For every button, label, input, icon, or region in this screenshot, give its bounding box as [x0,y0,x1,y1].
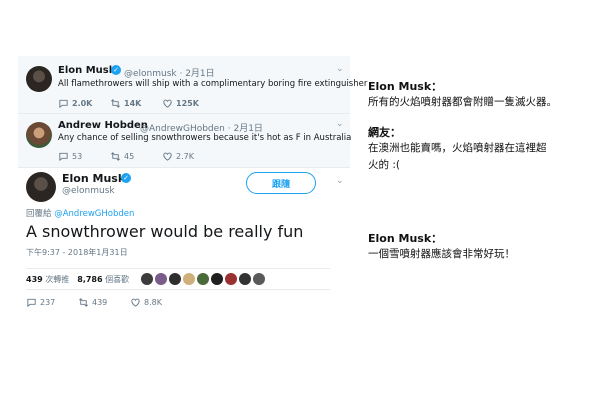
translation-note-3: Elon Musk： 一個雪噴射器應該會非常好玩！ [368,230,596,263]
note-title: Elon Musk： [368,80,443,93]
tweet-text: All flamethrowers will ship with a compl… [58,79,368,89]
retweet-count: 439 [92,298,108,307]
like-stat-label: 個喜歡 [105,274,130,284]
tweet-snowthrower-question[interactable]: Andrew Hobden @AndrewGHobden · 2月1日 ⌄ An… [18,114,352,168]
tweet-text: A snowthrower would be really fun [26,222,304,241]
reply-count: 53 [72,152,83,161]
like-total: 8,786 [77,274,103,284]
chevron-down-icon[interactable]: ⌄ [336,119,344,129]
reply-button[interactable]: 53 [58,151,110,162]
liker-avatar[interactable] [225,273,238,285]
retweet-button[interactable]: 439 [78,297,130,308]
avatar[interactable] [26,66,52,92]
retweet-count: 14K [124,99,142,108]
reply-icon [59,99,68,109]
tweet-actions: 237 439 8.8K [26,297,182,308]
note-text-line1: 在澳洲也能賣嗎，火焰噴射器在這裡超 [368,142,547,154]
like-count: 8.8K [144,298,162,307]
like-count: 2.7K [176,152,194,161]
engagement-stats: 439 次轉推 8,786 個喜歡 [26,268,330,290]
note-text: 所有的火焰噴射器都會附贈一隻滅火器。 [368,96,557,108]
retweet-stat[interactable]: 439 次轉推 [26,274,69,285]
heart-icon [131,298,140,307]
liker-avatar[interactable] [155,273,168,285]
retweet-total: 439 [26,274,43,284]
liker-avatar[interactable] [169,273,182,285]
liker-avatar[interactable] [183,273,196,285]
like-button[interactable]: 8.8K [130,297,182,308]
translation-note-1: Elon Musk： 所有的火焰噴射器都會附贈一隻滅火器。 [368,78,596,111]
tweet-flamethrower[interactable]: Elon Musk ✓ @elonmusk · 2月1日 ⌄ All flame… [18,56,367,114]
replying-to: 回覆給 @AndrewGHobden [26,207,134,219]
like-button[interactable]: 2.7K [162,151,214,162]
note-title: 網友： [368,126,401,139]
author-name[interactable]: Elon Musk [62,172,125,185]
tweet-timestamp[interactable]: 下午9:37 - 2018年1月31日 [26,247,128,258]
retweet-icon [111,99,120,108]
retweet-icon [111,152,120,161]
tweet-actions: 2.0K 14K 125K [58,98,214,109]
liker-avatar[interactable] [211,273,224,285]
author-name[interactable]: Elon Musk [58,65,115,76]
reply-button[interactable]: 2.0K [58,98,110,109]
reply-icon [59,152,68,162]
liker-avatar[interactable] [197,273,210,285]
liker-avatar[interactable] [253,273,266,285]
tweet-actions: 53 45 2.7K [58,151,214,162]
liker-avatars [141,273,267,285]
chevron-down-icon[interactable]: ⌄ [336,64,344,74]
reply-count: 237 [40,298,56,307]
note-title: Elon Musk： [368,232,443,245]
reply-button[interactable]: 237 [26,297,78,308]
like-count: 125K [176,99,199,108]
chevron-down-icon[interactable]: ⌄ [336,176,344,186]
reply-count: 2.0K [72,99,93,108]
translation-note-2: 網友： 在澳洲也能賣嗎，火焰噴射器在這裡超 火的 :( [368,124,596,174]
follow-button[interactable]: 跟隨 [246,172,316,194]
heart-icon [163,99,172,108]
note-text-line2: 火的 :( [368,159,400,171]
like-stat[interactable]: 8,786 個喜歡 [77,274,129,285]
liker-avatar[interactable] [239,273,252,285]
liker-avatar[interactable] [141,273,154,285]
heart-icon [163,152,172,161]
reply-to-link[interactable]: @AndrewGHobden [54,209,134,219]
verified-badge-icon: ✓ [111,65,121,75]
avatar[interactable] [26,172,56,202]
retweet-icon [79,298,88,307]
tweet-text: Any chance of selling snowthrowers becau… [58,133,352,143]
like-button[interactable]: 125K [162,98,214,109]
reply-prefix: 回覆給 [26,209,52,219]
retweet-button[interactable]: 14K [110,98,162,109]
verified-badge-icon: ✓ [121,173,131,183]
retweet-count: 45 [124,152,135,161]
reply-icon [27,298,36,308]
author-handle[interactable]: @elonmusk [62,186,115,196]
author-name[interactable]: Andrew Hobden [58,120,148,131]
avatar[interactable] [26,122,52,148]
retweet-stat-label: 次轉推 [45,274,70,284]
author-handle-date[interactable]: @elonmusk · 2月1日 [124,66,215,79]
retweet-button[interactable]: 45 [110,151,162,162]
note-text: 一個雪噴射器應該會非常好玩！ [368,248,515,260]
